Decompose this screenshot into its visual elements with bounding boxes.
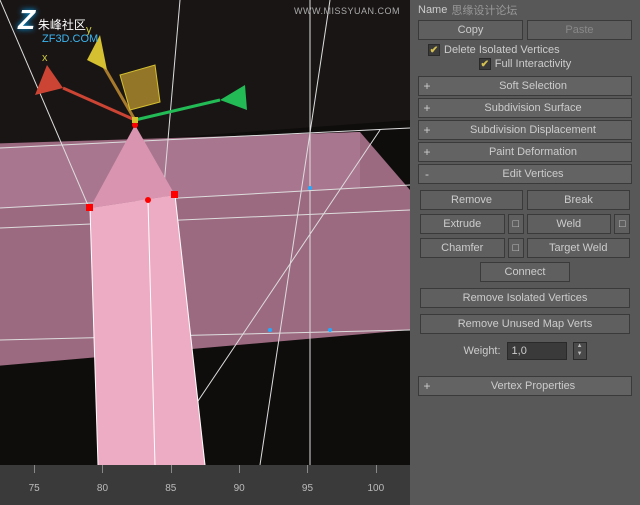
remove-button[interactable]: Remove xyxy=(420,190,523,210)
rollout-title: Subdivision Displacement xyxy=(435,124,631,136)
rollout-subdivision-displacement[interactable]: + Subdivision Displacement xyxy=(418,120,632,140)
collapse-icon: - xyxy=(419,167,435,181)
paste-button[interactable]: Paste xyxy=(527,20,632,40)
extrude-settings-button[interactable]: □ xyxy=(508,214,524,234)
expand-icon: + xyxy=(419,101,435,115)
weight-label: Weight: xyxy=(463,345,500,357)
rollout-title: Paint Deformation xyxy=(435,146,631,158)
chamfer-button[interactable]: Chamfer xyxy=(420,238,505,258)
expand-icon: + xyxy=(419,145,435,159)
timeline-tick: 100 xyxy=(342,465,410,494)
viewport-svg xyxy=(0,0,410,465)
weld-button[interactable]: Weld xyxy=(527,214,612,234)
top-right-watermark: WWW.MISSYUAN.COM xyxy=(294,6,400,16)
delete-isolated-label: Delete Isolated Vertices xyxy=(444,44,560,56)
full-interactivity-label: Full Interactivity xyxy=(495,58,571,70)
weight-input[interactable] xyxy=(507,342,567,360)
command-panel: Name 思缘设计论坛 Copy Paste ✔ Delete Isolated… xyxy=(410,0,640,505)
connect-button[interactable]: Connect xyxy=(480,262,570,282)
rollout-title: Soft Selection xyxy=(435,80,631,92)
target-weld-button[interactable]: Target Weld xyxy=(527,238,631,258)
name-label: Name xyxy=(418,4,447,16)
rollout-edit-vertices[interactable]: - Edit Vertices xyxy=(418,164,632,184)
full-interactivity-checkbox[interactable]: ✔ xyxy=(479,58,491,70)
timeline-tick: 80 xyxy=(68,465,136,494)
break-button[interactable]: Break xyxy=(527,190,630,210)
timeline-tick: 90 xyxy=(205,465,273,494)
weight-spinner[interactable]: ▲▼ xyxy=(573,342,587,360)
edit-vertices-body: Remove Break Extrude □ Weld □ Chamfer □ … xyxy=(418,186,632,366)
timeline-tick: 75 xyxy=(0,465,68,494)
expand-icon: + xyxy=(419,379,435,393)
delete-isolated-checkbox[interactable]: ✔ xyxy=(428,44,440,56)
chamfer-settings-button[interactable]: □ xyxy=(508,238,524,258)
extrude-button[interactable]: Extrude xyxy=(420,214,505,234)
timeline-tick: 95 xyxy=(273,465,341,494)
viewport[interactable] xyxy=(0,0,410,465)
remove-unused-map-button[interactable]: Remove Unused Map Verts xyxy=(420,314,630,334)
rollout-subdivision-surface[interactable]: + Subdivision Surface xyxy=(418,98,632,118)
axis-label-x: x xyxy=(42,52,48,64)
rollout-vertex-properties[interactable]: + Vertex Properties xyxy=(418,376,632,396)
timeline[interactable]: 75 80 85 90 95 100 xyxy=(0,465,410,505)
rollout-title: Vertex Properties xyxy=(435,380,631,392)
remove-isolated-button[interactable]: Remove Isolated Vertices xyxy=(420,288,630,308)
center-watermark: 思缘设计论坛 xyxy=(451,2,517,18)
expand-icon: + xyxy=(419,79,435,93)
rollout-title: Edit Vertices xyxy=(435,168,631,180)
expand-icon: + xyxy=(419,123,435,137)
weld-settings-button[interactable]: □ xyxy=(614,214,630,234)
copy-button[interactable]: Copy xyxy=(418,20,523,40)
rollout-title: Subdivision Surface xyxy=(435,102,631,114)
rollout-paint-deformation[interactable]: + Paint Deformation xyxy=(418,142,632,162)
timeline-tick: 85 xyxy=(137,465,205,494)
logo-watermark: Z 朱峰社区 ZF3D.COM xyxy=(18,14,98,46)
rollout-soft-selection[interactable]: + Soft Selection xyxy=(418,76,632,96)
